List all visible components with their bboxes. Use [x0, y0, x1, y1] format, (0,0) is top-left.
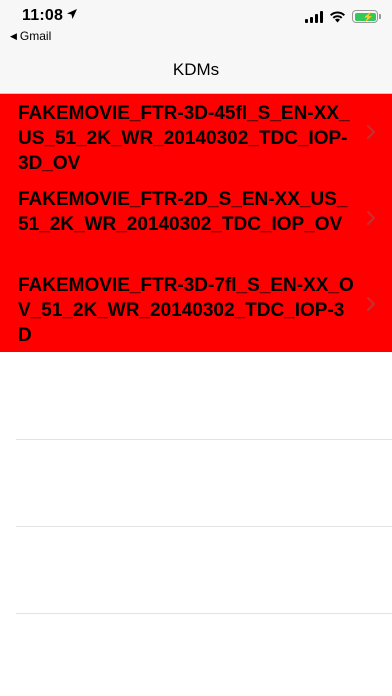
- chevron-right-icon: [367, 125, 375, 139]
- chevron-right-icon: [367, 297, 375, 311]
- status-bar: 11:08 ◀ Gmail ⚡: [0, 0, 392, 44]
- status-indicators: ⚡: [305, 10, 381, 23]
- battery-icon: ⚡: [352, 10, 381, 23]
- page-title: KDMs: [172, 60, 220, 79]
- status-time: 11:08: [22, 7, 64, 24]
- kdm-list-item[interactable]: FAKEMOVIE_FTR-3D-7fl_S_EN-XX_OV_51_2K_WR…: [0, 266, 392, 352]
- empty-row-separator: [16, 526, 392, 527]
- kdm-list-item[interactable]: FAKEMOVIE_FTR-3D-45fl_S_EN-XX_US_51_2K_W…: [0, 94, 392, 180]
- kdm-list: FAKEMOVIE_FTR-3D-45fl_S_EN-XX_US_51_2K_W…: [0, 94, 392, 352]
- cellular-signal-icon: [305, 10, 323, 23]
- kdm-list-item[interactable]: FAKEMOVIE_FTR-2D_S_EN-XX_US_51_2K_WR_201…: [0, 180, 392, 266]
- kdm-item-label: FAKEMOVIE_FTR-3D-45fl_S_EN-XX_US_51_2K_W…: [18, 103, 350, 174]
- chevron-right-icon: [367, 211, 375, 225]
- navigation-bar: KDMs: [0, 44, 392, 94]
- kdm-item-label: FAKEMOVIE_FTR-3D-7fl_S_EN-XX_OV_51_2K_WR…: [18, 275, 354, 346]
- location-arrow-icon: [67, 9, 77, 19]
- charging-bolt-icon: ⚡: [362, 11, 374, 22]
- back-caret-icon: ◀: [10, 31, 17, 41]
- kdm-item-label: FAKEMOVIE_FTR-2D_S_EN-XX_US_51_2K_WR_201…: [18, 189, 348, 235]
- back-app-label: Gmail: [19, 29, 52, 43]
- empty-row-separator: [16, 439, 392, 440]
- wifi-icon: [330, 10, 345, 22]
- back-to-app-link[interactable]: ◀ Gmail: [10, 29, 51, 43]
- empty-row-separator: [16, 613, 392, 614]
